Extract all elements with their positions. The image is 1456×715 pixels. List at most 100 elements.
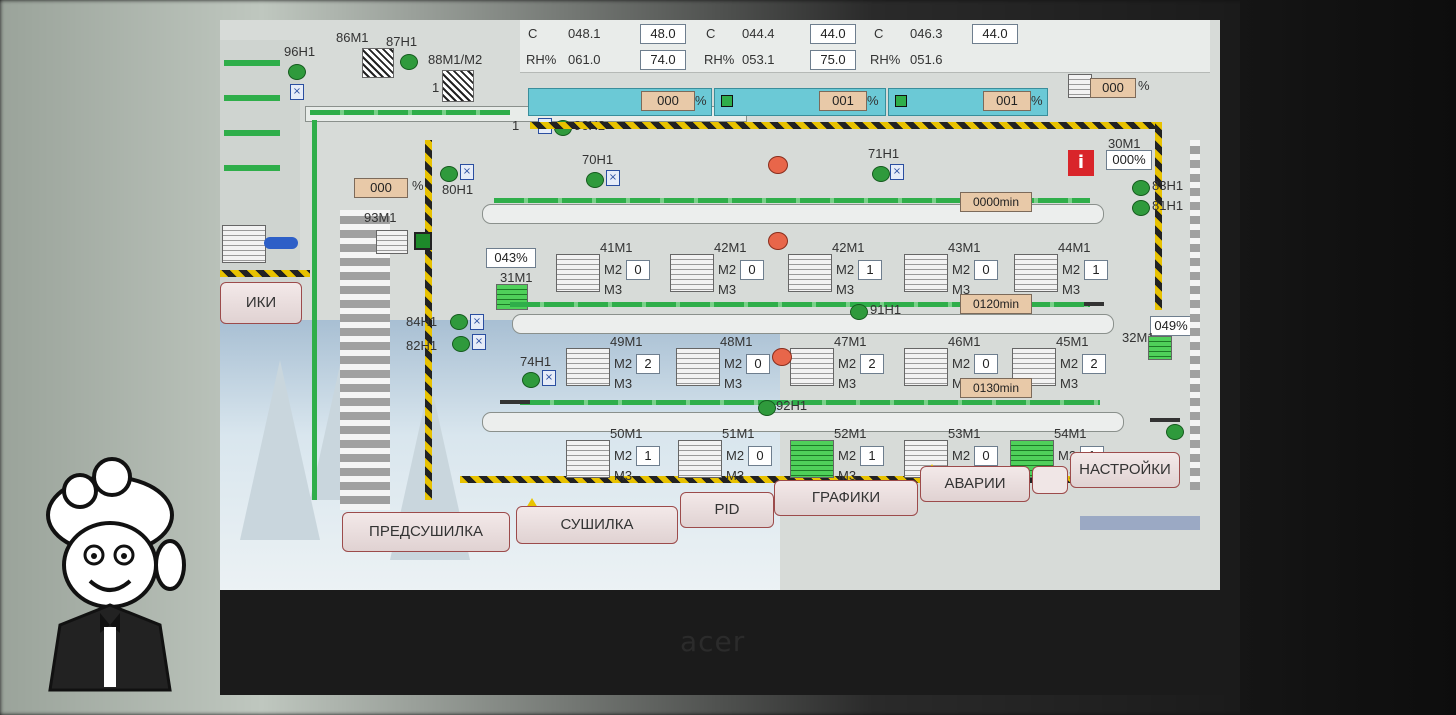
tab-charts[interactable]: ГРАФИКИ <box>774 480 918 516</box>
tab-predryer[interactable]: ПРЕДСУШИЛКА <box>342 512 510 552</box>
m2-label: M2 <box>952 262 971 277</box>
m2-label: M2 <box>724 356 743 371</box>
valve-panel-2[interactable]: 001 % <box>714 88 886 116</box>
damper-value[interactable]: 000 <box>1090 78 1136 98</box>
valve-panel-1[interactable]: 000 % <box>528 88 712 116</box>
valve-icon[interactable]: × <box>890 164 904 180</box>
motor-count[interactable]: 0 <box>748 446 772 466</box>
tab-partial[interactable]: ИКИ <box>220 282 302 324</box>
rh-setpoint[interactable]: 75.0 <box>810 50 856 70</box>
motor-count[interactable]: 1 <box>636 446 660 466</box>
timer-display[interactable]: 0130min <box>960 378 1032 398</box>
m3-label: M3 <box>726 468 745 483</box>
gate-icon <box>500 400 530 404</box>
status-lamp <box>452 336 470 352</box>
info-icon[interactable]: i <box>1068 150 1094 176</box>
status-lamp <box>440 166 458 182</box>
status-lamp <box>522 372 540 388</box>
indicator-bar <box>224 130 280 136</box>
motor-count[interactable]: 0 <box>974 354 998 374</box>
valve-icon[interactable]: × <box>472 334 486 350</box>
hazard-border-top <box>530 122 1160 129</box>
alarm-indicator[interactable] <box>768 156 788 174</box>
counter: 1 <box>512 118 520 133</box>
motor-label: 52M1 <box>834 426 867 441</box>
dryer-unit-icon <box>670 254 714 292</box>
tab-alarms[interactable]: АВАРИИ <box>920 466 1030 502</box>
dryer-unit-icon <box>1014 254 1058 292</box>
rh-label: RH% <box>526 52 557 67</box>
dryer-unit-icon <box>904 254 948 292</box>
m3-label: M3 <box>1060 376 1079 391</box>
label-74h1: 74H1 <box>520 354 552 369</box>
motor-icon <box>1148 336 1172 360</box>
hand-icon[interactable] <box>1032 466 1068 494</box>
motor-icon <box>376 230 408 254</box>
valve-panel-3[interactable]: 001 % <box>888 88 1048 116</box>
motor-count[interactable]: 0 <box>746 354 770 374</box>
timer-display[interactable]: 0120min <box>960 294 1032 314</box>
acer-logo: acer <box>680 625 746 658</box>
motor-count[interactable]: 0 <box>974 446 998 466</box>
motor-load[interactable]: 000% <box>1106 150 1152 170</box>
alarm-indicator[interactable] <box>772 348 792 366</box>
label-96h1: 96H1 <box>284 44 316 59</box>
motor-count[interactable]: 2 <box>860 354 884 374</box>
temp-value: 048.1 <box>568 26 601 41</box>
motor-count[interactable]: 2 <box>636 354 660 374</box>
rh-label: RH% <box>704 52 735 67</box>
motor-count[interactable]: 0 <box>740 260 764 280</box>
dryer-unit-icon <box>790 348 834 386</box>
motor-count[interactable]: 0 <box>974 260 998 280</box>
motor-label: 41M1 <box>600 240 633 255</box>
label-80h1: 80H1 <box>442 182 474 197</box>
temp-setpoint[interactable]: 48.0 <box>640 24 686 44</box>
motor-count[interactable]: 0 <box>626 260 650 280</box>
status-lamp <box>400 54 418 70</box>
valve-icon[interactable]: × <box>460 164 474 180</box>
hmi-screen: ИКИ C 048.1 RH% 061.0 48.0 74.0 C 044.4 … <box>220 20 1220 590</box>
rh-value: 053.1 <box>742 52 775 67</box>
timer-display[interactable]: 0000min <box>960 192 1032 212</box>
temp-setpoint[interactable]: 44.0 <box>810 24 856 44</box>
motor-load[interactable]: 049% <box>1150 316 1192 336</box>
m3-label: M3 <box>836 282 855 297</box>
tab-pid[interactable]: PID <box>680 492 774 528</box>
elevator-value[interactable]: 000 <box>354 178 408 198</box>
right-rail <box>1190 140 1200 490</box>
status-lamp <box>586 172 604 188</box>
motor-count[interactable]: 1 <box>860 446 884 466</box>
label-30m1: 30M1 <box>1108 136 1141 151</box>
valve-icon[interactable]: × <box>290 84 304 100</box>
label-83h1: 83H1 <box>1152 178 1184 193</box>
motor-load[interactable]: 043% <box>486 248 536 268</box>
dryer-unit-icon <box>790 440 834 478</box>
c-label: C <box>874 26 884 41</box>
valve-icon[interactable]: × <box>470 314 484 330</box>
m2-label: M2 <box>718 262 737 277</box>
motor-count[interactable]: 1 <box>858 260 882 280</box>
motor-count[interactable]: 1 <box>1084 260 1108 280</box>
tab-dryer[interactable]: СУШИЛКА <box>516 506 678 544</box>
temp-setpoint[interactable]: 44.0 <box>972 24 1018 44</box>
label-88m1: 88M1/M2 <box>428 52 483 67</box>
conveyor-track <box>520 400 1100 405</box>
percent-sign: % <box>695 93 707 108</box>
motor-count[interactable]: 2 <box>1082 354 1106 374</box>
m3-label: M3 <box>614 468 633 483</box>
status-lamp <box>850 304 868 320</box>
rh-setpoint[interactable]: 74.0 <box>640 50 686 70</box>
m3-label: M3 <box>1062 282 1081 297</box>
valve-icon[interactable]: × <box>606 170 620 186</box>
label-71h1: 71H1 <box>868 146 900 161</box>
alarm-indicator[interactable] <box>768 232 788 250</box>
dryer-unit-icon <box>566 440 610 478</box>
tab-settings[interactable]: НАСТРОЙКИ <box>1070 452 1180 488</box>
m2-label: M2 <box>952 448 971 463</box>
m3-label: M3 <box>614 376 633 391</box>
indicator-bar <box>224 60 280 66</box>
valve-icon[interactable]: × <box>542 370 556 386</box>
taskbar-tray <box>1080 516 1200 530</box>
gate-icon <box>1150 418 1180 422</box>
dryer-unit-icon <box>678 440 722 478</box>
